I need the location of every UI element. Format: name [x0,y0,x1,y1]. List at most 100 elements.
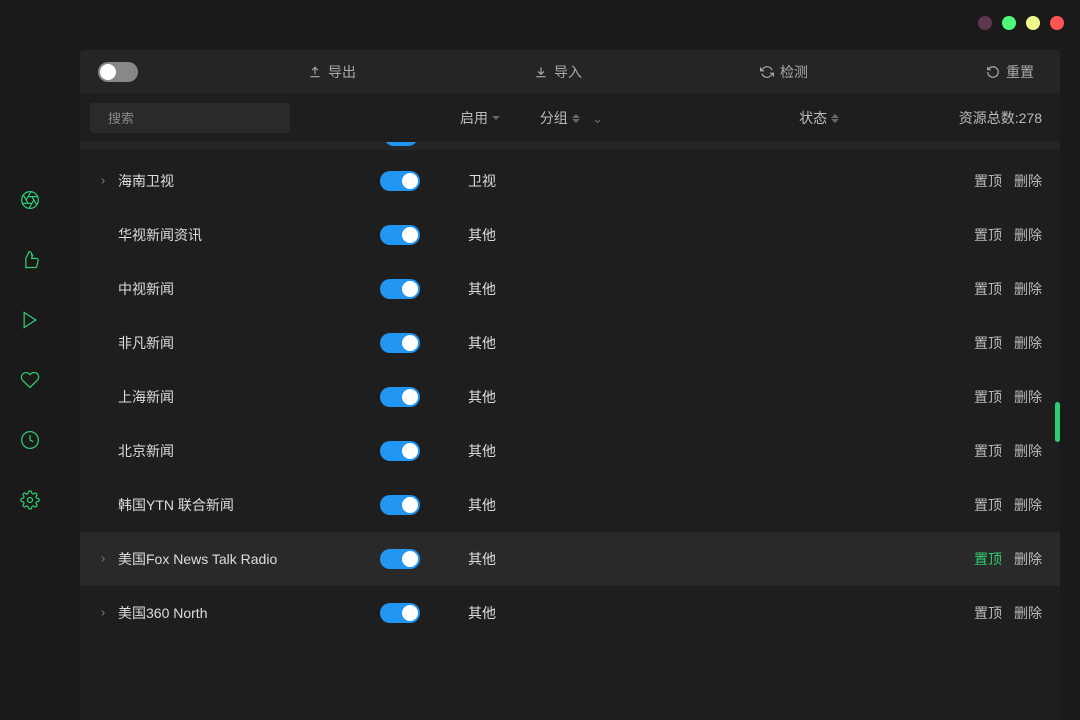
enable-toggle[interactable] [380,279,420,299]
enable-toggle[interactable] [380,333,420,353]
pin-action[interactable]: 置顶 [974,387,1002,407]
table-body[interactable]: 海南卫视 卫视 置顶 删除 华视新闻资讯 其他 置顶 删除 中视新闻 [80,142,1060,720]
partial-row [80,142,1060,150]
pin-action[interactable]: 置顶 [974,279,1002,299]
chevron-right-icon [98,176,108,186]
pin-action[interactable]: 置顶 [974,171,1002,191]
table-row[interactable]: 北京新闻 其他 置顶 删除 [80,424,1060,478]
pin-action[interactable]: 置顶 [974,495,1002,515]
minimize-button[interactable] [1002,16,1016,30]
enable-toggle[interactable] [380,603,420,623]
row-name: 海南卫视 [90,171,380,191]
delete-action[interactable]: 删除 [1014,171,1042,191]
col-group-header[interactable]: 分组 ⌄ [540,108,799,128]
pin-action[interactable]: 置顶 [974,333,1002,353]
row-toggle-cell [380,387,468,407]
row-actions: 置顶 删除 [974,279,1042,299]
sidebar [0,0,60,720]
main-content: 导出 导入 检测 重置 启用 [60,0,1080,720]
delete-action[interactable]: 删除 [1014,387,1042,407]
row-toggle-cell [380,279,468,299]
row-name: 韩国YTN 联合新闻 [90,495,380,515]
enable-toggle[interactable] [380,549,420,569]
row-toggle-cell [380,603,468,623]
col-enable-header[interactable]: 启用 [460,108,540,128]
maximize-button[interactable] [1026,16,1040,30]
chevron-right-icon [98,554,108,564]
table-row[interactable]: 上海新闻 其他 置顶 删除 [80,370,1060,424]
check-button[interactable]: 检测 [752,58,816,86]
row-name: 华视新闻资讯 [90,225,380,245]
row-toggle-cell [380,225,468,245]
settings-icon[interactable] [20,490,40,510]
reset-button[interactable]: 重置 [978,58,1042,86]
import-button[interactable]: 导入 [526,58,590,86]
col-status-header[interactable]: 状态 [799,108,959,128]
table-row[interactable]: 华视新闻资讯 其他 置顶 删除 [80,208,1060,262]
enable-toggle[interactable] [380,387,420,407]
pin-action[interactable]: 置顶 [974,603,1002,623]
delete-action[interactable]: 删除 [1014,549,1042,569]
upload-icon [308,65,322,79]
export-button[interactable]: 导出 [300,58,364,86]
pin-action[interactable]: 置顶 [974,441,1002,461]
row-actions: 置顶 删除 [974,225,1042,245]
search-input[interactable] [108,111,284,126]
row-name: 上海新闻 [90,387,380,407]
table-row[interactable]: 美国360 North 其他 置顶 删除 [80,586,1060,640]
heart-icon[interactable] [20,370,40,390]
row-toggle-cell [380,333,468,353]
table-row[interactable]: 非凡新闻 其他 置顶 删除 [80,316,1060,370]
row-name: 美国Fox News Talk Radio [90,549,380,569]
export-label: 导出 [328,62,356,82]
table-row[interactable]: 中视新闻 其他 置顶 删除 [80,262,1060,316]
row-name: 中视新闻 [90,279,380,299]
row-actions: 置顶 删除 [974,333,1042,353]
enable-toggle[interactable] [380,495,420,515]
table-row[interactable]: 美国Fox News Talk Radio 其他 置顶 删除 [80,532,1060,586]
close-button[interactable] [1050,16,1064,30]
row-actions: 置顶 删除 [974,549,1042,569]
search-box[interactable] [90,103,290,133]
sort-icon [831,114,839,123]
delete-action[interactable]: 删除 [1014,279,1042,299]
pin-action[interactable]: 置顶 [974,549,1002,569]
clock-icon[interactable] [20,430,40,450]
reset-icon [986,65,1000,79]
main-toggle[interactable] [98,62,138,82]
channel-name: 美国Fox News Talk Radio [118,549,277,569]
channel-name: 华视新闻资讯 [118,225,202,245]
table-row[interactable]: 韩国YTN 联合新闻 其他 置顶 删除 [80,478,1060,532]
sort-icon [572,114,580,123]
delete-action[interactable]: 删除 [1014,495,1042,515]
row-name: 美国360 North [90,603,380,623]
aperture-icon[interactable] [20,190,40,210]
channel-name: 非凡新闻 [118,333,174,353]
row-actions: 置顶 删除 [974,387,1042,407]
row-toggle-cell [380,495,468,515]
enable-toggle[interactable] [380,171,420,191]
row-group: 其他 [468,603,728,623]
row-actions: 置顶 删除 [974,603,1042,623]
refresh-icon [760,65,774,79]
play-icon[interactable] [20,310,40,330]
window-controls [978,16,1064,30]
channel-name: 北京新闻 [118,441,174,461]
pin-action[interactable]: 置顶 [974,225,1002,245]
thumbs-up-icon[interactable] [20,250,40,270]
enable-toggle[interactable] [380,225,420,245]
delete-action[interactable]: 删除 [1014,333,1042,353]
row-group: 其他 [468,495,728,515]
row-group: 其他 [468,441,728,461]
channel-name: 中视新闻 [118,279,174,299]
table-row[interactable]: 海南卫视 卫视 置顶 删除 [80,154,1060,208]
table-header: 启用 分组 ⌄ 状态 资源总数:278 [80,94,1060,142]
pin-button[interactable] [978,16,992,30]
delete-action[interactable]: 删除 [1014,225,1042,245]
row-actions: 置顶 删除 [974,171,1042,191]
delete-action[interactable]: 删除 [1014,603,1042,623]
enable-toggle[interactable] [380,441,420,461]
scroll-thumb[interactable] [1055,402,1060,442]
channel-name: 上海新闻 [118,387,174,407]
delete-action[interactable]: 删除 [1014,441,1042,461]
